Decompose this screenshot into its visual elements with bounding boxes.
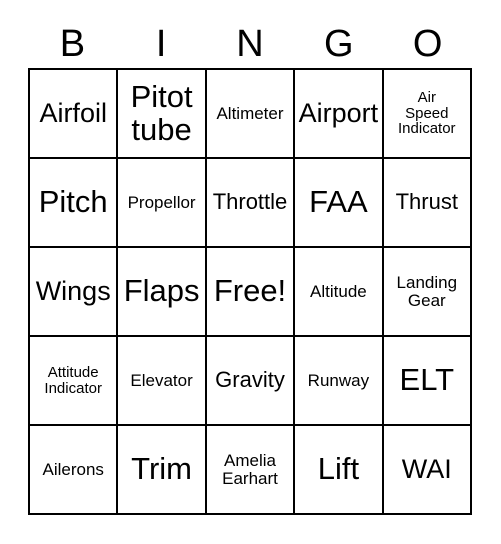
bingo-cell-r5c1[interactable]: Ailerons: [30, 426, 119, 515]
bingo-cell-r4c2[interactable]: Elevator: [118, 337, 207, 426]
bingo-cell-label: Amelia Earhart: [222, 450, 278, 488]
bingo-cell-r3c2[interactable]: Flaps: [118, 248, 207, 337]
bingo-cell-r5c2[interactable]: Trim: [118, 426, 207, 515]
bingo-card: B I N G O Airfoil Pitot tube Altimeter A…: [0, 0, 501, 544]
bingo-cell-label: Ailerons: [42, 459, 104, 479]
bingo-cell-r4c1[interactable]: Attitude Indicator: [30, 337, 119, 426]
bingo-header-letter-o: O: [412, 23, 443, 65]
bingo-cell-label: Air Speed Indicator: [398, 89, 456, 138]
bingo-cell-label: Elevator: [130, 370, 193, 390]
bingo-cell-label: Altimeter: [216, 103, 284, 123]
bingo-cell-r4c4[interactable]: Runway: [295, 337, 384, 426]
bingo-cell-label: Trim: [131, 451, 192, 487]
bingo-cell-r1c3[interactable]: Altimeter: [206, 70, 296, 159]
bingo-cell-r2c4[interactable]: FAA: [295, 159, 384, 248]
bingo-cell-r3c1[interactable]: Wings: [30, 248, 119, 337]
bingo-cell-label: Gravity: [215, 367, 285, 393]
bingo-header-letter-i: I: [155, 23, 167, 65]
bingo-cell-r3c5[interactable]: Landing Gear: [383, 248, 472, 337]
bingo-cell-label: Flaps: [123, 273, 200, 309]
bingo-cell-label: FAA: [309, 184, 368, 220]
bingo-cell-r2c5[interactable]: Thrust: [383, 159, 472, 248]
bingo-header-letter-n: N: [236, 23, 264, 65]
bingo-cell-label: Free!: [213, 273, 287, 309]
bingo-cell-label: Airport: [298, 98, 379, 129]
bingo-header-letter-b: B: [59, 23, 86, 65]
bingo-cell-r5c3[interactable]: Amelia Earhart: [206, 426, 296, 515]
bingo-cell-r4c5[interactable]: ELT: [383, 337, 472, 426]
bingo-cell-r1c1[interactable]: Airfoil: [30, 70, 119, 159]
bingo-cell-r1c2[interactable]: Pitot tube: [118, 70, 207, 159]
bingo-cell-label: Attitude Indicator: [44, 363, 102, 397]
bingo-header-row: B I N G O: [28, 20, 472, 68]
bingo-cell-label: Wings: [35, 276, 111, 307]
bingo-cell-free-space[interactable]: Free!: [206, 248, 296, 337]
bingo-cell-label: Pitch: [38, 184, 108, 220]
bingo-cell-label: Airfoil: [39, 98, 107, 129]
bingo-cell-label: Pitot tube: [130, 79, 193, 147]
bingo-cell-label: Propellor: [127, 192, 196, 212]
bingo-grid: Airfoil Pitot tube Altimeter Airport Air…: [28, 68, 472, 515]
bingo-cell-label: Lift: [317, 451, 360, 487]
bingo-cell-r1c5[interactable]: Air Speed Indicator: [383, 70, 472, 159]
bingo-cell-r5c4[interactable]: Lift: [295, 426, 384, 515]
bingo-cell-r2c3[interactable]: Throttle: [206, 159, 296, 248]
bingo-cell-r1c4[interactable]: Airport: [295, 70, 384, 159]
bingo-cell-label: Thrust: [395, 189, 458, 215]
bingo-cell-r3c4[interactable]: Altitude: [295, 248, 384, 337]
bingo-cell-r4c3[interactable]: Gravity: [206, 337, 296, 426]
bingo-cell-label: Runway: [307, 370, 370, 390]
bingo-cell-r5c5[interactable]: WAI: [383, 426, 472, 515]
bingo-cell-r2c1[interactable]: Pitch: [30, 159, 119, 248]
bingo-cell-label: Landing Gear: [396, 272, 458, 310]
bingo-header-letter-g: G: [324, 23, 354, 65]
bingo-cell-label: Throttle: [212, 189, 288, 215]
bingo-cell-r2c2[interactable]: Propellor: [118, 159, 207, 248]
bingo-cell-label: WAI: [401, 454, 452, 485]
bingo-cell-label: Altitude: [310, 281, 367, 301]
bingo-cell-label: ELT: [399, 362, 455, 398]
